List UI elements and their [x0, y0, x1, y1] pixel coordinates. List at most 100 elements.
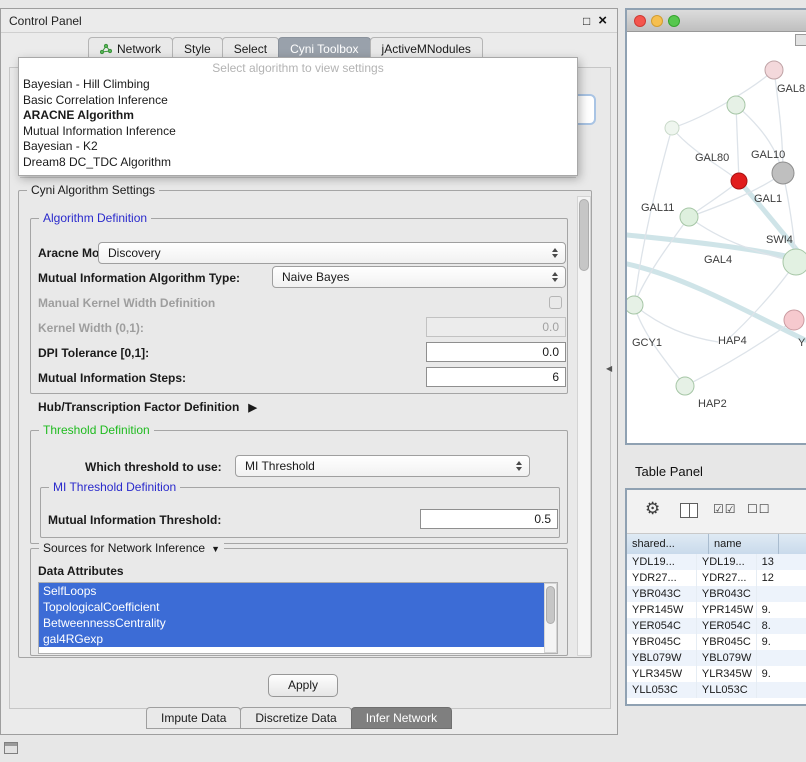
- deselect-all-icon[interactable]: ☐☐: [747, 502, 771, 516]
- table-row[interactable]: YDL19...YDL19...13: [627, 554, 806, 570]
- tab-cyni-toolbox[interactable]: Cyni Toolbox: [278, 37, 370, 59]
- close-traffic-light[interactable]: [634, 15, 646, 27]
- table-cell: 12: [757, 570, 806, 586]
- table-header-row: shared...name: [627, 534, 806, 554]
- network-node[interactable]: [784, 310, 804, 330]
- list-scrollbar[interactable]: [544, 583, 557, 653]
- network-node[interactable]: [731, 173, 747, 189]
- network-node[interactable]: [783, 249, 806, 275]
- network-edge: [627, 264, 805, 340]
- float-window-icon[interactable]: □: [583, 9, 590, 33]
- panel-toggle-icon[interactable]: [4, 742, 18, 754]
- scrollbar-thumb[interactable]: [579, 199, 589, 271]
- minimize-traffic-light[interactable]: [651, 15, 663, 27]
- mi-steps-field[interactable]: 6: [426, 367, 566, 387]
- dpi-tolerance-field[interactable]: 0.0: [426, 342, 566, 362]
- close-icon[interactable]: ×: [598, 9, 607, 33]
- algorithm-option[interactable]: Basic Correlation Inference: [19, 93, 577, 109]
- tab-label: Select: [234, 42, 267, 56]
- birdseye-button[interactable]: [795, 34, 806, 46]
- expand-arrow-icon[interactable]: ▶: [248, 402, 256, 414]
- tab-style[interactable]: Style: [172, 37, 223, 59]
- tab-select[interactable]: Select: [222, 37, 279, 59]
- table-row[interactable]: YBR045CYBR045C9.: [627, 634, 806, 650]
- algorithm-option[interactable]: Bayesian - Hill Climbing: [19, 77, 577, 93]
- scrollbar-thumb[interactable]: [546, 586, 555, 624]
- table-cell: [757, 650, 806, 666]
- algorithm-option[interactable]: Dream8 DC_TDC Algorithm: [19, 155, 577, 171]
- attribute-list-item[interactable]: TopologicalCoefficient: [39, 599, 546, 615]
- which-threshold-select[interactable]: MI Threshold: [235, 455, 530, 477]
- network-canvas[interactable]: GAL8GAL80GAL10GAL11GAL1SWI4GAL4GCY1HAP4Y…: [627, 32, 806, 443]
- tab-network[interactable]: Network: [88, 37, 173, 59]
- mi-threshold-label: Mutual Information Threshold:: [48, 513, 221, 527]
- network-node[interactable]: [676, 377, 694, 395]
- which-threshold-label: Which threshold to use:: [85, 460, 222, 474]
- network-node[interactable]: [680, 208, 698, 226]
- table-cell: YPR145W: [697, 602, 757, 618]
- aracne-mode-select[interactable]: Discovery: [98, 242, 566, 264]
- window-buttons: □ ×: [583, 9, 607, 33]
- combo-arrows-icon: [552, 272, 558, 282]
- attribute-list-item[interactable]: SelfLoops: [39, 583, 546, 599]
- table-panel-title: Table Panel: [635, 464, 703, 479]
- table-row[interactable]: YBL079WYBL079W: [627, 650, 806, 666]
- gear-icon[interactable]: ⚙: [645, 499, 660, 519]
- network-node[interactable]: [772, 162, 794, 184]
- column-header[interactable]: name: [709, 534, 779, 554]
- tab-impute-data[interactable]: Impute Data: [146, 707, 241, 729]
- network-node[interactable]: [727, 96, 745, 114]
- table-row[interactable]: YDR27...YDR27...12: [627, 570, 806, 586]
- group-title: Threshold Definition: [39, 423, 154, 437]
- window-title: Control Panel: [1, 14, 82, 28]
- kernel-width-value: 0.0: [542, 320, 559, 334]
- hub-definition-expander[interactable]: Hub/Transcription Factor Definition▶: [38, 400, 257, 414]
- mi-steps-label: Mutual Information Steps:: [38, 371, 186, 385]
- table-row[interactable]: YPR145WYPR145W9.: [627, 602, 806, 618]
- network-node[interactable]: [627, 296, 643, 314]
- node-label: HAP2: [698, 398, 727, 410]
- table-row[interactable]: YER054CYER054C8.: [627, 618, 806, 634]
- network-icon: [100, 43, 112, 55]
- dropdown-placeholder: Select algorithm to view settings: [19, 58, 577, 77]
- algorithm-option[interactable]: Bayesian - K2: [19, 139, 577, 155]
- columns-icon[interactable]: [680, 503, 698, 518]
- tab-label: Style: [184, 42, 211, 56]
- attribute-list-item[interactable]: gal4RGexp: [39, 631, 546, 647]
- zoom-traffic-light[interactable]: [668, 15, 680, 27]
- splitter-collapse-icon[interactable]: ◀: [606, 364, 612, 373]
- network-edge: [736, 105, 739, 181]
- network-window-titlebar[interactable]: [627, 10, 806, 32]
- collapse-arrow-icon[interactable]: ▼: [211, 544, 220, 554]
- table-cell: YLR345W: [697, 666, 757, 682]
- network-graph[interactable]: GAL8GAL80GAL10GAL11GAL1SWI4GAL4GCY1HAP4Y…: [627, 32, 806, 443]
- column-header[interactable]: [779, 534, 806, 554]
- table-cell: YLL053C: [697, 682, 757, 698]
- data-attributes-list[interactable]: SelfLoopsTopologicalCoefficientBetweenne…: [38, 582, 558, 654]
- manual-kernel-checkbox[interactable]: [549, 296, 562, 309]
- group-title: Sources for Network Inference▼: [39, 541, 224, 556]
- attribute-list-item[interactable]: BetweennessCentrality: [39, 615, 546, 631]
- select-all-icon[interactable]: ☑☑: [713, 502, 737, 516]
- network-node[interactable]: [665, 121, 679, 135]
- node-label: GAL1: [754, 193, 782, 205]
- table-row[interactable]: YBR043CYBR043C: [627, 586, 806, 602]
- table-cell: YBR043C: [697, 586, 757, 602]
- tab-discretize-data[interactable]: Discretize Data: [240, 707, 351, 729]
- mi-type-select[interactable]: Naive Bayes: [272, 266, 566, 288]
- apply-button[interactable]: Apply: [268, 674, 338, 697]
- column-header[interactable]: shared...: [627, 534, 709, 554]
- network-node[interactable]: [765, 61, 783, 79]
- table-cell: YDR27...: [697, 570, 757, 586]
- mi-threshold-field[interactable]: 0.5: [420, 509, 558, 529]
- algorithm-option[interactable]: Mutual Information Inference: [19, 124, 577, 140]
- tab-jactivemnodules[interactable]: jActiveMNodules: [370, 37, 483, 59]
- algorithm-option[interactable]: ARACNE Algorithm: [19, 108, 577, 124]
- table-row[interactable]: YLR345WYLR345W9.: [627, 666, 806, 682]
- table-cell: YBR045C: [627, 634, 697, 650]
- node-label: GAL10: [751, 149, 785, 161]
- table-row[interactable]: YLL053CYLL053C: [627, 682, 806, 698]
- tab-infer-network[interactable]: Infer Network: [351, 707, 452, 729]
- settings-scrollbar[interactable]: [577, 196, 591, 656]
- mi-threshold-value: 0.5: [534, 512, 551, 526]
